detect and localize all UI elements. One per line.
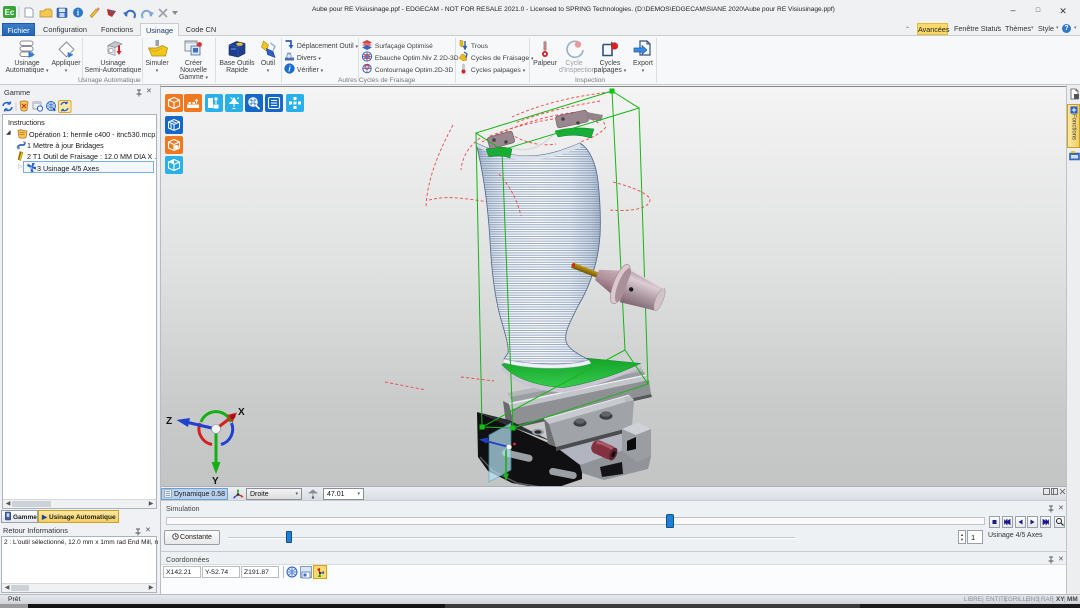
svg-text:Z: Z <box>166 416 172 427</box>
svg-text:i: i <box>77 9 79 18</box>
svg-text:X: X <box>238 407 245 418</box>
svg-text:Ec: Ec <box>5 8 15 17</box>
